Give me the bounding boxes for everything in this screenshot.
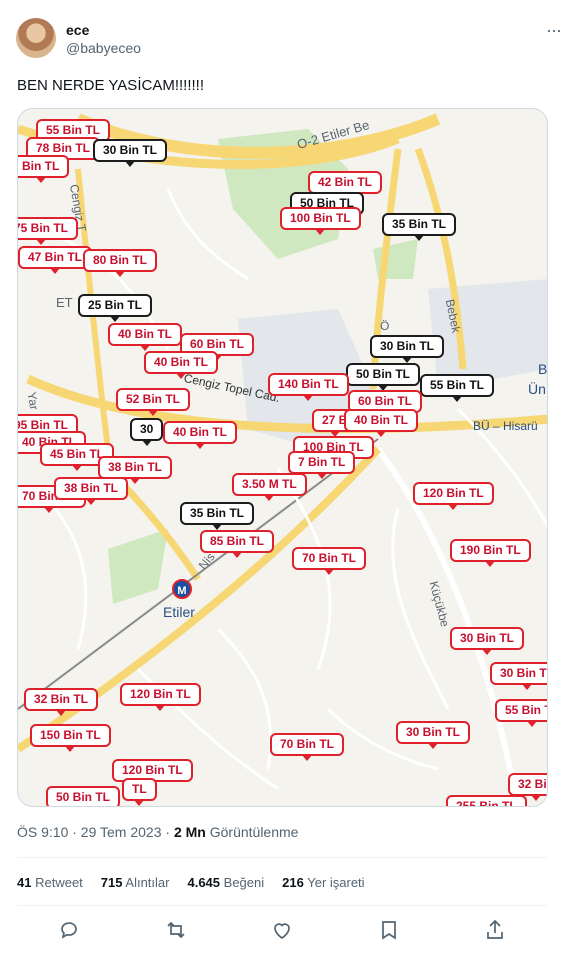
price-pin[interactable]: 40 Bin TL	[108, 323, 183, 351]
price-pin[interactable]: 80 Bin TL	[83, 249, 158, 277]
price-pin[interactable]: 32 Bin TL	[24, 688, 99, 716]
divider	[17, 905, 548, 906]
price-pin[interactable]: 25 Bin TL	[78, 294, 153, 322]
price-pin[interactable]: 100 Bin TL	[280, 207, 361, 235]
price-pin[interactable]: 75 Bin TL	[18, 217, 79, 245]
price-pin[interactable]: 70 Bin TL	[270, 733, 345, 761]
divider	[17, 857, 548, 858]
price-pin[interactable]: 55 Bin TL	[495, 699, 547, 727]
price-pin[interactable]: 35 Bin TL	[180, 502, 255, 530]
price-pin[interactable]: 50 Bin TL	[346, 363, 421, 391]
price-pin[interactable]: 40 Bin TL	[144, 351, 219, 379]
price-pin[interactable]: 35 Bin TL	[382, 213, 457, 241]
price-pin[interactable]: 40 Bin TL	[163, 421, 238, 449]
price-pin[interactable]: 52 Bin TL	[116, 388, 191, 416]
place-label: Ün	[528, 381, 546, 397]
place-label: B	[538, 361, 548, 377]
retweet-icon[interactable]	[164, 918, 188, 942]
price-pin[interactable]: 3.50 M TL	[232, 473, 307, 501]
more-options-icon[interactable]: ···	[546, 20, 562, 41]
street-label: Ö	[380, 319, 390, 333]
like-icon[interactable]	[270, 918, 294, 942]
tweet-text: BEN NERDE YASİCAM!!!!!!!	[17, 77, 204, 94]
price-pin[interactable]: 47 Bin TL	[18, 246, 93, 274]
views-label: Görüntülenme	[205, 824, 299, 840]
user-name[interactable]: ece	[66, 22, 89, 38]
price-pin[interactable]: 30 Bin TL	[396, 721, 471, 749]
price-pin[interactable]: 140 Bin TL	[268, 373, 349, 401]
price-pin[interactable]: 30 Bin TL	[450, 627, 525, 655]
price-pin[interactable]: 85 Bin TL	[200, 530, 275, 558]
price-pin[interactable]: 30 Bin TL	[490, 662, 547, 690]
price-pin[interactable]: 120 Bin TL	[120, 683, 201, 711]
bookmark-icon[interactable]	[377, 918, 401, 942]
tweet-header: ece @babyeceo ···	[16, 18, 562, 60]
views-count: 2 Mn	[173, 824, 206, 840]
price-pin[interactable]: 55 Bin TL	[420, 374, 495, 402]
price-pin[interactable]: 30 Bin TL	[93, 139, 168, 167]
place-label: ET	[56, 295, 73, 310]
avatar[interactable]	[16, 18, 56, 58]
stats-row: 41 Retweet 715 Alıntılar 4.645 Beğeni 21…	[17, 875, 365, 890]
price-pin[interactable]: TL	[122, 778, 157, 806]
price-pin[interactable]: 30	[130, 418, 164, 446]
price-pin[interactable]: 190 Bin TL	[450, 539, 531, 567]
tweet-timestamp: ÖS 9:10 · 29 Tem 2023 · 2 Mn Görüntülenm…	[17, 824, 298, 840]
street-label: Yar	[24, 391, 42, 411]
retweets-stat[interactable]: 41 Retweet	[17, 875, 83, 890]
price-pin[interactable]: 32 Bin	[508, 773, 547, 801]
user-handle[interactable]: @babyeceo	[66, 40, 141, 56]
likes-stat[interactable]: 4.645 Beğeni	[187, 875, 264, 890]
bookmarks-stat[interactable]: 216 Yer işareti	[282, 875, 364, 890]
price-pin[interactable]: 40 Bin TL	[344, 409, 419, 437]
price-pin[interactable]: 255 Bin TL	[446, 795, 527, 806]
time-text[interactable]: ÖS 9:10 · 29 Tem 2023 ·	[17, 824, 174, 840]
share-icon[interactable]	[483, 918, 507, 942]
metro-icon: M	[172, 579, 192, 599]
price-pin[interactable]: 38 Bin TL	[54, 477, 129, 505]
price-pin[interactable]: Bin TL	[18, 155, 70, 183]
reply-icon[interactable]	[58, 918, 82, 942]
action-bar	[17, 918, 548, 942]
price-pin[interactable]: 120 Bin TL	[413, 482, 494, 510]
price-pin[interactable]: 30 Bin TL	[370, 335, 445, 363]
street-label: BÜ – Hisarü	[473, 419, 538, 433]
metro-station-label: Etiler	[163, 604, 195, 620]
price-pin[interactable]: 70 Bin TL	[292, 547, 367, 575]
price-pin[interactable]: 150 Bin TL	[30, 724, 111, 752]
price-pin[interactable]: 7 Bin TL	[288, 451, 356, 479]
quotes-stat[interactable]: 715 Alıntılar	[101, 875, 170, 890]
price-pin[interactable]: 50 Bin TL	[46, 786, 121, 806]
price-pin[interactable]: 38 Bin TL	[98, 456, 173, 484]
price-pin[interactable]: 42 Bin TL	[308, 171, 383, 199]
map-image[interactable]: O-2 Etiler Be Cengiz T Cengiz Topel Cad.…	[17, 108, 548, 807]
